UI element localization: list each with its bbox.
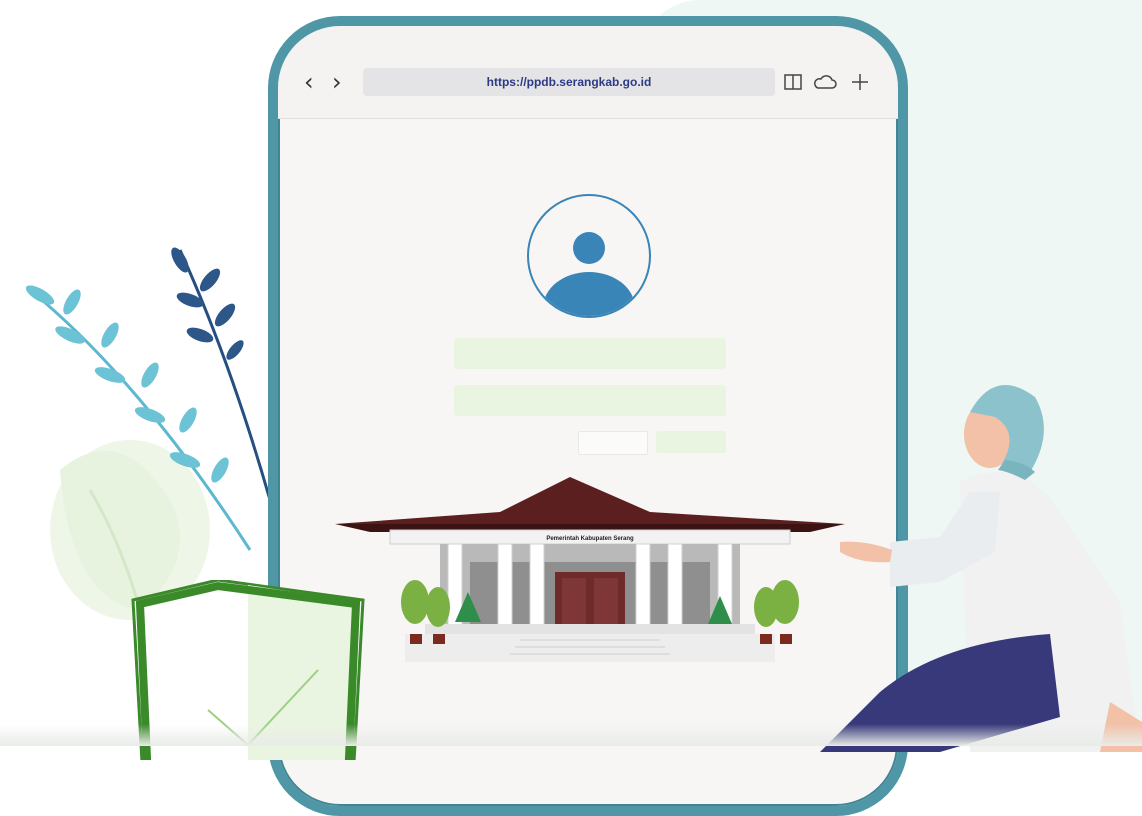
register-button[interactable] [578, 431, 648, 455]
chevron-left-icon[interactable]: ‹ [304, 70, 314, 94]
login-button[interactable] [656, 431, 726, 453]
plant-illustration [25, 247, 272, 620]
browser-toolbar: ‹ › https://ppdb.serangkab.go.id [278, 26, 898, 119]
reader-view-icon[interactable] [783, 72, 803, 92]
government-building-illustration: Pemerintah Kabupaten Serang [335, 477, 845, 662]
chevron-right-icon[interactable]: › [332, 70, 342, 94]
address-bar[interactable]: https://ppdb.serangkab.go.id [363, 68, 775, 96]
password-field[interactable] [454, 385, 726, 416]
bottom-shadow [0, 724, 1142, 746]
plus-icon[interactable] [850, 72, 870, 92]
cloud-icon[interactable] [812, 72, 838, 92]
woman-illustration [820, 385, 1142, 752]
building-sign: Pemerintah Kabupaten Serang [546, 536, 634, 542]
avatar-icon [527, 194, 651, 318]
username-field[interactable] [454, 338, 726, 369]
